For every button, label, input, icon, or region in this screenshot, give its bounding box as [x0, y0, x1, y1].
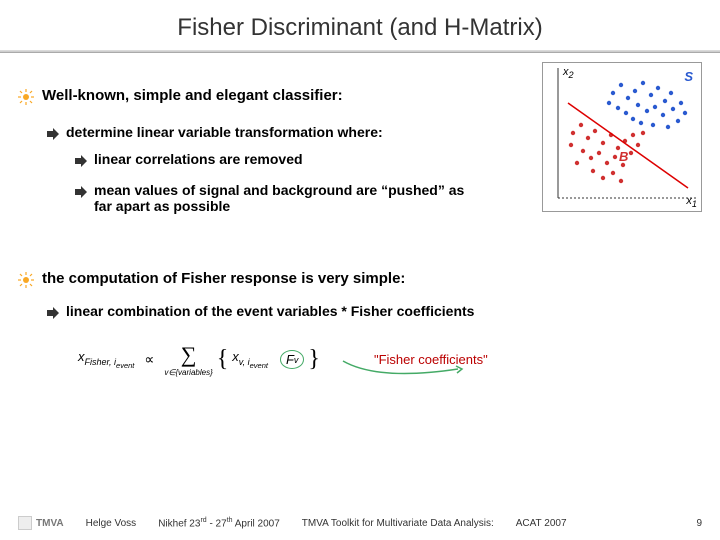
proportional-symbol: ∝	[144, 351, 154, 368]
footer-talk: TMVA Toolkit for Multivariate Data Analy…	[302, 518, 494, 529]
bullet-2a-text: linear combination of the event variable…	[66, 303, 474, 319]
fisher-coefficient-circle: Fv	[280, 350, 304, 369]
bullet-2-text: the computation of Fisher response is ve…	[42, 270, 405, 287]
bullet-1: Well-known, simple and elegant classifie…	[18, 87, 702, 110]
slide-footer: TMVA Helge Voss Nikhef 23rd - 27th April…	[0, 516, 720, 530]
bullet-1a2: mean values of signal and background are…	[74, 182, 702, 214]
bullet-1a1: linear correlations are removed	[74, 151, 702, 172]
bullet-1a2-text: mean values of signal and background are…	[94, 182, 474, 214]
footer-author: Helge Voss	[86, 518, 137, 529]
footer-conference: ACAT 2007	[516, 518, 567, 529]
bullet-1-text: Well-known, simple and elegant classifie…	[42, 87, 343, 104]
left-brace: {	[217, 346, 229, 373]
arrow-bullet-icon	[74, 185, 88, 203]
formula-lhs: xFisher, ievent	[78, 349, 134, 369]
arrow-bullet-icon	[46, 306, 60, 324]
bullet-2a: linear combination of the event variable…	[46, 303, 702, 324]
tmva-logo: TMVA	[18, 516, 64, 530]
sun-bullet-icon	[18, 272, 34, 293]
sum-under: v∈{variables}	[164, 368, 212, 377]
bullet-1a-text: determine linear variable transformation…	[66, 124, 383, 140]
sun-bullet-icon	[18, 89, 34, 110]
arrow-to-label	[338, 359, 468, 383]
footer-venue: Nikhef 23rd - 27th April 2007	[158, 517, 280, 529]
formula-term: xv, ievent	[232, 349, 268, 369]
sigma-symbol: ∑	[181, 342, 197, 368]
slide-content: Well-known, simple and elegant classifie…	[0, 53, 720, 406]
page-number: 9	[696, 518, 702, 529]
bullet-1a1-text: linear correlations are removed	[94, 151, 303, 167]
slide-title: Fisher Discriminant (and H-Matrix)	[0, 0, 720, 50]
bullet-2: the computation of Fisher response is ve…	[18, 270, 702, 293]
arrow-bullet-icon	[74, 154, 88, 172]
bullet-1a: determine linear variable transformation…	[46, 124, 702, 145]
logo-icon	[18, 516, 32, 530]
right-brace: }	[308, 346, 320, 373]
arrow-bullet-icon	[46, 127, 60, 145]
